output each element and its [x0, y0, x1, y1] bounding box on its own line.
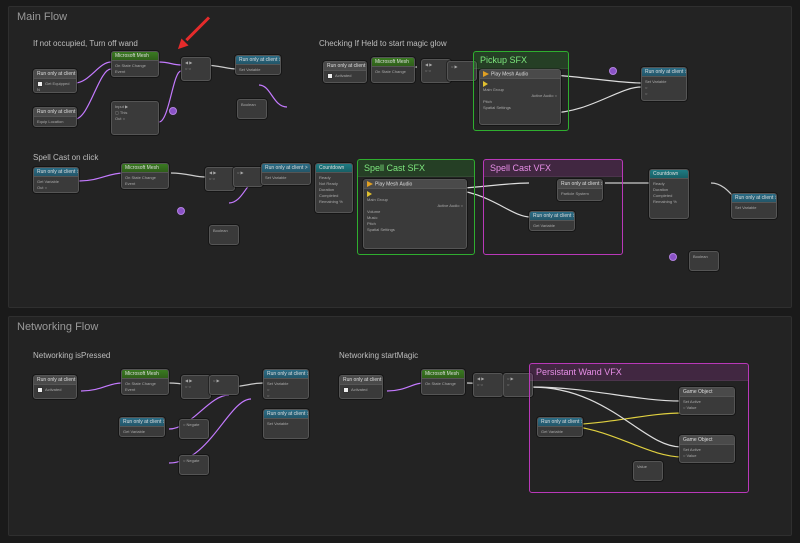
node-play-mesh-audio-2[interactable]: Play Mesh Audio Main Group Active Audio … — [363, 179, 467, 249]
node-get-variable-4[interactable]: Run only at client > Get Variable — [537, 417, 583, 437]
group-spell-cast-vfx: Spell Cast VFX — [483, 159, 623, 255]
node-countdown-2[interactable]: Countdown Ready Duration Completed Remai… — [649, 169, 689, 219]
section-title-main-flow: Main Flow — [9, 7, 791, 27]
node-split-3[interactable]: ◀ ▶○ ○ — [205, 167, 235, 191]
file-icon — [37, 387, 43, 393]
node-split-1[interactable]: ◀ ▶○ ○ — [181, 57, 211, 81]
node-negate-2[interactable]: ○ Negate — [179, 455, 209, 475]
node-branch-1[interactable]: Input ▶▢ ThisOut ○ — [111, 101, 159, 135]
node-get-variable-3[interactable]: Run only at client > Get Variable — [119, 417, 165, 437]
node-boolean-3[interactable]: Boolean — [689, 251, 719, 271]
node-split-4[interactable]: ◀ ▶○ ○ — [181, 375, 211, 399]
node-set-variable-3[interactable]: Run only at client > Set Variable — [261, 163, 311, 185]
node-set-variable-6[interactable]: Run only at client > Set Variable — [263, 409, 309, 439]
node-activated[interactable]: Run only at client > Activated — [323, 61, 367, 83]
purple-dot-2 — [609, 67, 617, 75]
purple-dot-1 — [169, 107, 177, 115]
purple-dot-3 — [177, 207, 185, 215]
section-main-flow: Main Flow If not occupied, Turn off wand… — [8, 6, 792, 308]
file-icon — [327, 73, 333, 79]
node-on-state-change-5[interactable]: Microsoft Mesh On State Change — [421, 369, 465, 395]
node-get-variable-2[interactable]: Run only at client > Get Variable — [529, 211, 575, 231]
node-activated-3[interactable]: Run only at client > Activated — [339, 375, 383, 399]
node-inline-3[interactable]: ○ ▶ — [209, 375, 239, 395]
comment-networking-ispressed: Networking isPressed — [33, 351, 110, 360]
comment-checking-if-held: Checking If Held to start magic glow — [319, 39, 447, 48]
node-on-state-change-2[interactable]: Microsoft Mesh On State Change — [371, 57, 415, 83]
speaker-icon — [367, 181, 373, 187]
purple-dot-4 — [669, 253, 677, 261]
group-title-pickup-sfx: Pickup SFX — [474, 52, 568, 69]
comment-spell-cast: Spell Cast on click — [33, 153, 98, 162]
node-set-variable-1[interactable]: Run only at client > Set Variable — [235, 55, 281, 75]
node-activated-2[interactable]: Run only at client > Activated — [33, 375, 77, 399]
section-networking-flow: Networking Flow Networking isPressed Net… — [8, 316, 792, 536]
node-get-equipped[interactable]: Run only at client > Get Equipped N — [33, 69, 77, 93]
file-icon — [343, 387, 349, 393]
node-on-state-change-1[interactable]: Microsoft Mesh On State ChangeEvent — [111, 51, 159, 77]
node-get-variable-1[interactable]: Run only at client > Get VariableOut ○ — [33, 167, 79, 193]
node-set-active-2[interactable]: Game Object Set Active○ Value — [679, 435, 735, 463]
node-boolean-2[interactable]: Boolean — [209, 225, 239, 245]
node-boolean-1[interactable]: Boolean — [237, 99, 267, 119]
node-equip-location[interactable]: Run only at client > Equip Location — [33, 107, 77, 127]
node-countdown-1[interactable]: Countdown Ready Not Ready Duration Compl… — [315, 163, 353, 213]
node-set-variable-4[interactable]: Run only at client > Set Variable — [731, 193, 777, 219]
node-inline-2[interactable]: ○ ▶ — [233, 167, 263, 187]
node-on-state-change-3[interactable]: Microsoft Mesh On State ChangeEvent — [121, 163, 169, 189]
node-set-active-1[interactable]: Game Object Set Active○ Value — [679, 387, 735, 415]
node-split-5[interactable]: ◀ ▶○ ○ — [473, 373, 503, 397]
comment-if-not-occupied: If not occupied, Turn off wand — [33, 39, 138, 48]
group-title-persistent-wand-vfx: Persistant Wand VFX — [530, 364, 748, 381]
node-negate-1[interactable]: ○ Negate — [179, 419, 209, 439]
node-set-variable-2[interactable]: Run only at client > Set Variable○○ — [641, 67, 687, 101]
node-on-state-change-4[interactable]: Microsoft Mesh On State ChangeEvent — [121, 369, 169, 395]
node-set-variable-5[interactable]: Run only at client > Set Variable○○ — [263, 369, 309, 399]
comment-networking-startmagic: Networking startMagic — [339, 351, 418, 360]
speaker-icon — [483, 71, 489, 77]
section-title-networking-flow: Networking Flow — [9, 317, 791, 337]
node-particle-sys[interactable]: Run only at client > Particle System — [557, 179, 603, 201]
group-title-spell-cast-vfx: Spell Cast VFX — [484, 160, 622, 177]
group-title-spell-cast-sfx: Spell Cast SFX — [358, 160, 474, 177]
node-value-1[interactable]: Value — [633, 461, 663, 481]
node-play-mesh-audio-1[interactable]: Play Mesh Audio Main Group Active Audio … — [479, 69, 561, 125]
